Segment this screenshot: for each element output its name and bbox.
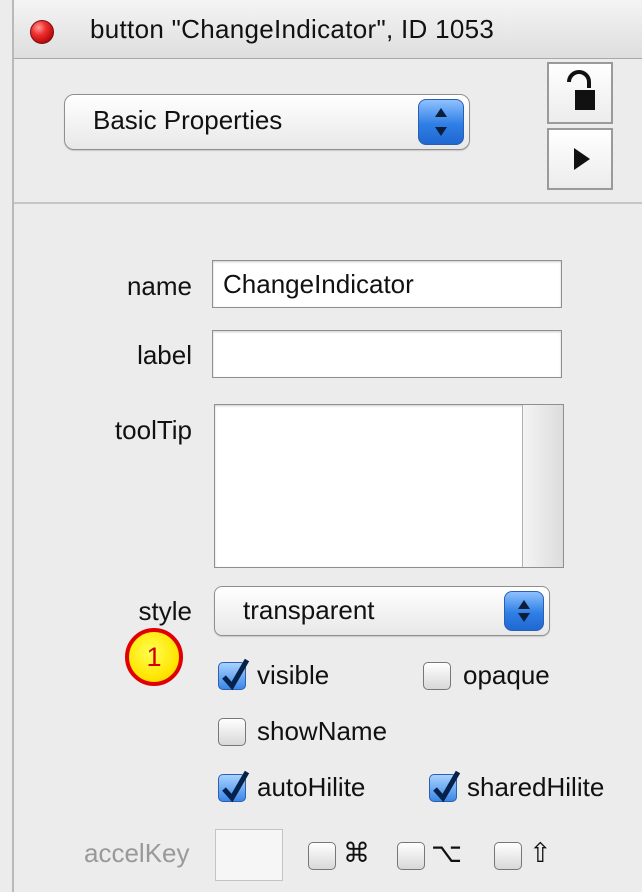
header-divider [14,202,642,204]
accelkey-field[interactable] [215,829,283,881]
sharedhilite-checkbox[interactable] [429,770,461,803]
style-popup[interactable]: transparent [214,586,550,636]
label-label: label [137,340,192,370]
style-popup-value: transparent [243,595,375,625]
style-label: style [138,596,192,626]
property-inspector-window: button "ChangeIndicator", ID 1053 Basic … [12,0,642,892]
callout-badge: 1 [125,628,183,686]
checkmark-icon [433,770,461,803]
showname-label: showName [257,716,388,746]
tooltip-field[interactable] [214,404,564,568]
name-field[interactable]: ChangeIndicator [212,260,562,308]
autohilite-label: autoHilite [257,772,366,802]
option-modifier-checkbox[interactable] [397,842,425,870]
shift-modifier-checkbox[interactable] [494,842,522,870]
accelkey-label: accelKey [84,838,190,868]
visible-checkbox[interactable] [218,658,250,691]
opaque-label: opaque [463,660,550,690]
tooltip-scrollbar[interactable] [522,405,563,567]
showname-checkbox[interactable] [218,718,246,746]
window-title: button "ChangeIndicator", ID 1053 [90,14,495,44]
option-icon: ⌥ [431,838,463,868]
play-icon [574,148,590,170]
title-bar[interactable]: button "ChangeIndicator", ID 1053 [14,0,642,59]
expand-button[interactable] [547,128,613,190]
opaque-checkbox[interactable] [423,662,451,690]
tooltip-label: toolTip [114,415,192,445]
close-button[interactable] [30,20,54,44]
sharedhilite-label: sharedHilite [467,772,605,802]
lock-button[interactable] [547,62,613,124]
unlock-icon [567,70,595,110]
autohilite-checkbox[interactable] [218,770,250,803]
properties-popup[interactable]: Basic Properties [64,94,470,150]
properties-popup-label: Basic Properties [93,105,283,135]
command-modifier-checkbox[interactable] [308,842,336,870]
name-label: name [126,271,192,301]
checkmark-icon [222,658,250,691]
chevron-up-down-icon [504,591,544,631]
visible-label: visible [257,660,330,690]
chevron-up-down-icon [418,99,464,145]
command-icon: ⌘ [343,838,370,868]
shift-icon: ⇧ [529,838,552,868]
label-field[interactable] [212,330,562,378]
checkmark-icon [222,770,250,803]
